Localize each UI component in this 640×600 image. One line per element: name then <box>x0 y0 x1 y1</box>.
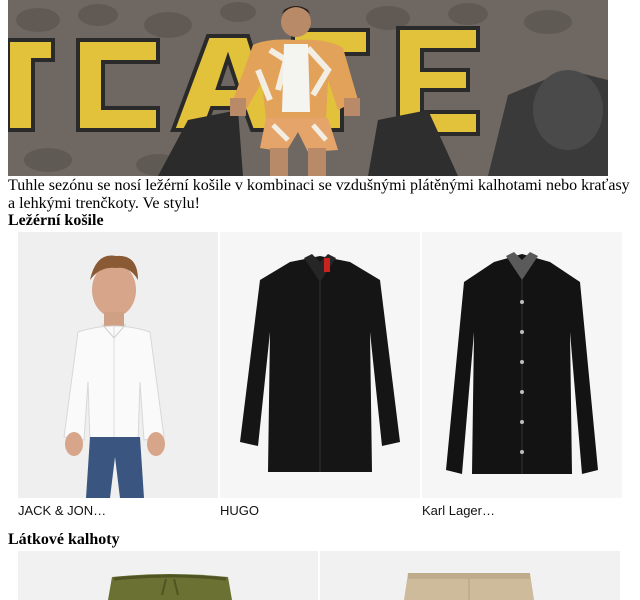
product-card[interactable] <box>18 551 318 600</box>
product-image-beige-trousers[interactable] <box>320 551 620 600</box>
intro-text: Tuhle sezónu se nosí ležérní košile v ko… <box>8 177 630 212</box>
product-image-black-shirt-patterned-collar[interactable] <box>422 232 622 498</box>
product-card[interactable] <box>320 551 620 600</box>
product-brand: Karl Lager… <box>422 503 495 518</box>
product-card[interactable]: HUGO <box>220 232 420 523</box>
hero-image <box>8 0 608 176</box>
product-brand: JACK & JON… <box>18 503 107 518</box>
section-title-trousers: Látkové kalhoty <box>8 531 120 548</box>
product-brand: HUGO <box>220 503 259 518</box>
product-image-white-shirt[interactable] <box>18 232 218 498</box>
product-grid-shirts: JACK & JON… HUGO Karl Lager… <box>18 232 622 523</box>
product-image-olive-trousers[interactable] <box>18 551 318 600</box>
product-card[interactable]: Karl Lager… <box>422 232 622 523</box>
product-card[interactable]: JACK & JON… <box>18 232 218 523</box>
section-title-casual-shirts: Ležérní košile <box>8 212 104 229</box>
product-image-black-shirt[interactable] <box>220 232 420 498</box>
product-grid-trousers <box>18 551 620 600</box>
